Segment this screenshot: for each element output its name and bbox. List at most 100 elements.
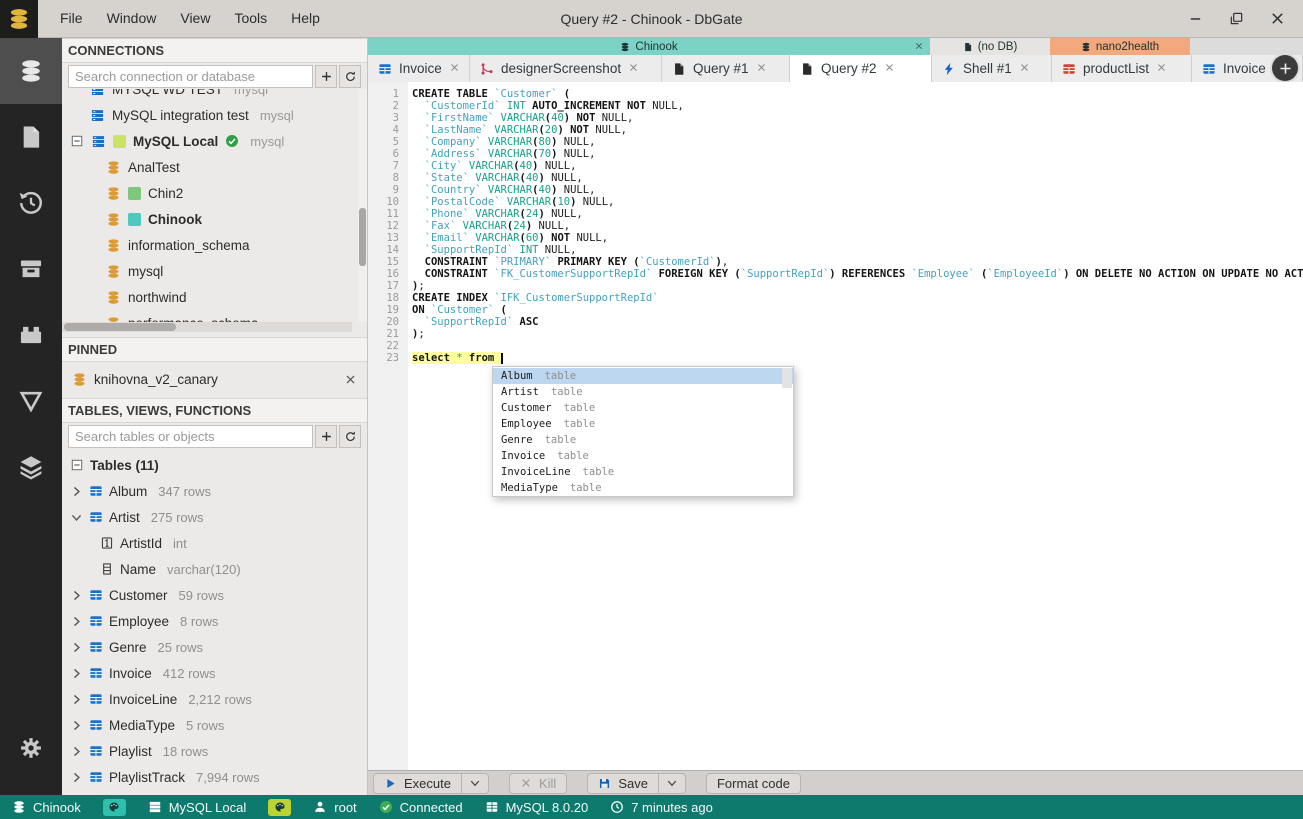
activity-file[interactable] (0, 104, 62, 170)
activity-archive[interactable] (0, 236, 62, 302)
table-invoice[interactable]: Invoice 412 rows (62, 660, 367, 686)
close-tab-button[interactable] (884, 61, 895, 76)
scrollbar-thumb[interactable] (64, 323, 176, 331)
table-icon (89, 640, 103, 654)
table-name: Customer (109, 587, 168, 603)
add-object-button[interactable] (315, 424, 337, 448)
close-tab-button[interactable] (1156, 61, 1167, 76)
execute-label: Execute (404, 775, 451, 791)
server-icon (91, 134, 106, 149)
connection-information-schema[interactable]: information_schema (62, 232, 367, 258)
autocomplete-item-genre[interactable]: Genre table (493, 432, 793, 448)
table-genre[interactable]: Genre 25 rows (62, 634, 367, 660)
autocomplete-item-album[interactable]: Album table (493, 368, 793, 384)
chevron-right-icon (70, 641, 83, 654)
activity-query-designer[interactable] (0, 368, 62, 434)
autocomplete-item-artist[interactable]: Artist table (493, 384, 793, 400)
column-name: ArtistId (120, 535, 163, 551)
activity-database[interactable] (0, 38, 62, 104)
plus-icon (320, 430, 333, 443)
pinned-knihovna-v2-canary[interactable]: knihovna_v2_canary (62, 364, 367, 394)
row-count: 59 rows (178, 587, 225, 603)
new-tab-button[interactable] (1272, 55, 1298, 81)
connection-chinook[interactable]: Chinook (62, 206, 367, 232)
connection-analtest[interactable]: AnalTest (62, 154, 367, 180)
table-name: Invoice (109, 665, 152, 681)
menu-help[interactable]: Help (279, 0, 332, 37)
palette-icon (108, 801, 120, 813)
app-logo[interactable] (0, 0, 38, 38)
execute-button[interactable]: Execute (373, 772, 462, 794)
activity-settings[interactable] (0, 715, 62, 781)
table-invoiceline[interactable]: InvoiceLine 2,212 rows (62, 686, 367, 712)
tab-shell-1[interactable]: Shell #1 (932, 55, 1052, 82)
tables-group[interactable]: Tables (11) (62, 452, 367, 478)
connections-header: CONNECTIONS (62, 38, 367, 63)
connection-mysql[interactable]: mysql (62, 258, 367, 284)
connection-chin2[interactable]: Chin2 (62, 180, 367, 206)
suggestion-kind: table (582, 466, 615, 478)
autocomplete-item-employee[interactable]: Employee table (493, 416, 793, 432)
menu-file[interactable]: File (48, 0, 95, 37)
engine-label: mysql (234, 89, 268, 97)
activity-layers[interactable] (0, 434, 62, 500)
tab-productlist[interactable]: productList (1052, 55, 1192, 82)
connection-mysql-local[interactable]: MySQL Local mysql (62, 128, 367, 154)
close-button[interactable] (1270, 11, 1285, 26)
add-connection-button[interactable] (315, 64, 337, 88)
column-artistid[interactable]: ArtistId int (62, 530, 367, 556)
connection-name: northwind (128, 289, 187, 305)
close-tab-button[interactable] (1019, 61, 1030, 76)
menu-window[interactable]: Window (95, 0, 169, 37)
scrollbar-thumb[interactable] (359, 208, 366, 266)
table-artist[interactable]: Artist 275 rows (62, 504, 367, 530)
activity-history[interactable] (0, 170, 62, 236)
tab-designerscreenshot[interactable]: designerScreenshot (470, 55, 662, 82)
refresh-objects-button[interactable] (339, 424, 361, 448)
objects-search-input[interactable] (68, 424, 313, 448)
menu-view[interactable]: View (168, 0, 222, 37)
autocomplete-item-invoice[interactable]: Invoice table (493, 448, 793, 464)
table-playlist[interactable]: Playlist 18 rows (62, 738, 367, 764)
table-mediatype[interactable]: MediaType 5 rows (62, 712, 367, 738)
tab-query-1[interactable]: Query #1 (662, 55, 790, 82)
close-group-button[interactable] (914, 41, 924, 54)
autocomplete-item-customer[interactable]: Customer table (493, 400, 793, 416)
close-tab-button[interactable] (756, 61, 767, 76)
autocomplete-item-invoiceline[interactable]: InvoiceLine table (493, 464, 793, 480)
connection-mysql-wd-test[interactable]: MYSQL WD TEST mysql (62, 89, 367, 102)
connection-mysql-integration-test[interactable]: MySQL integration test mysql (62, 102, 367, 128)
autocomplete-item-mediatype[interactable]: MediaType table (493, 480, 793, 496)
minimize-button[interactable] (1188, 11, 1203, 26)
refresh-connections-button[interactable] (339, 64, 361, 88)
activity-plugins[interactable] (0, 302, 62, 368)
kill-button[interactable]: Kill (508, 772, 568, 794)
refresh-icon (344, 430, 357, 443)
grid-icon (485, 800, 499, 814)
execute-dropdown-button[interactable] (461, 772, 489, 794)
suggestion-kind: table (563, 418, 596, 430)
tab-query-2[interactable]: Query #2 (790, 55, 932, 82)
connection-northwind[interactable]: northwind (62, 284, 367, 310)
table-name: Playlist (109, 743, 152, 759)
save-button[interactable]: Save (587, 772, 659, 794)
tab-group-label: (no DB) (977, 40, 1018, 53)
close-tab-button[interactable] (449, 61, 460, 76)
tab-invoice[interactable]: Invoice (368, 55, 470, 82)
table-employee[interactable]: Employee 8 rows (62, 608, 367, 634)
table-name: InvoiceLine (109, 691, 178, 707)
format-code-button[interactable]: Format code (705, 772, 801, 794)
column-name[interactable]: Name varchar(120) (62, 556, 367, 582)
maximize-button[interactable] (1229, 11, 1244, 26)
connections-search-input[interactable] (68, 64, 313, 88)
table-album[interactable]: Album 347 rows (62, 478, 367, 504)
connections-vscrollbar (358, 89, 367, 322)
autocomplete-scrollbar[interactable] (782, 368, 792, 388)
table-playlisttrack[interactable]: PlaylistTrack 7,994 rows (62, 764, 367, 790)
menu-tools[interactable]: Tools (222, 0, 279, 37)
tables-group-label: Tables (11) (90, 457, 159, 473)
save-dropdown-button[interactable] (658, 772, 686, 794)
close-tab-button[interactable] (628, 61, 639, 76)
table-customer[interactable]: Customer 59 rows (62, 582, 367, 608)
row-count: 25 rows (157, 639, 204, 655)
